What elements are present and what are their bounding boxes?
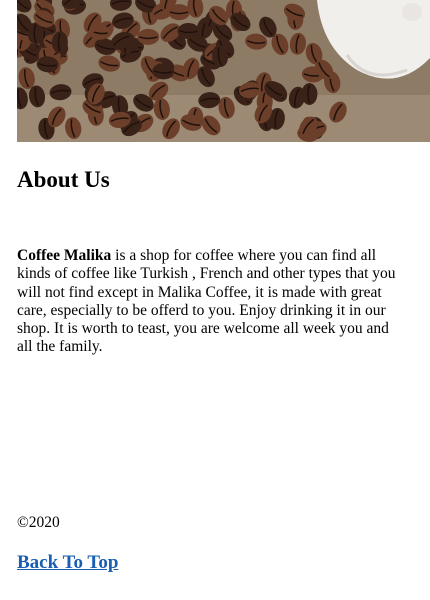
coffee-beans-image [17,0,430,142]
page: About Us Coffee Malika is a shop for cof… [0,0,430,600]
coffee-bean [137,28,160,45]
copyright-text: ©2020 [17,514,60,531]
coffee-beans-illustration [17,0,430,142]
brand-name: Coffee Malika [17,247,112,264]
back-to-top-link[interactable]: Back To Top [17,551,118,575]
about-paragraph: Coffee Malika is a shop for coffee where… [17,247,397,357]
page-title: About Us [17,167,110,192]
